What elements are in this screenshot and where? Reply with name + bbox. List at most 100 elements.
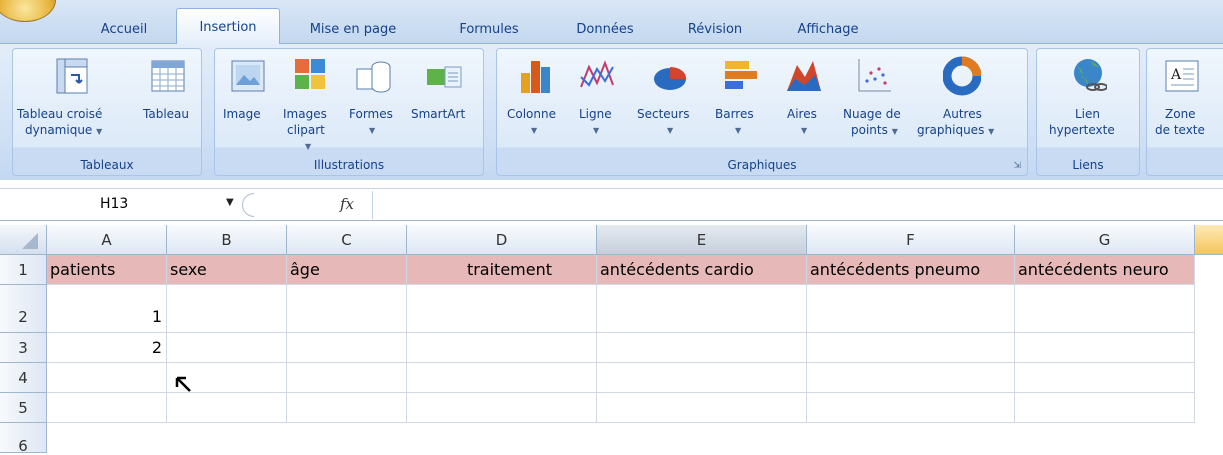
ligne-button[interactable]: Ligne ▼ (571, 55, 623, 145)
autres-graphiques-button[interactable]: Autres graphiques ▼ (917, 55, 1007, 145)
cell-f5[interactable] (807, 393, 1015, 423)
tab-formules[interactable]: Formules (442, 14, 536, 44)
formula-input[interactable] (372, 191, 1223, 219)
cell-a5[interactable] (47, 393, 167, 423)
row-header-4[interactable]: 4 (0, 363, 47, 393)
cell-e3[interactable] (597, 333, 807, 363)
tab-affichage[interactable]: Affichage (780, 14, 876, 44)
office-button[interactable] (0, 0, 56, 22)
cell-g4[interactable] (1015, 363, 1195, 393)
cell-a1[interactable]: patients (47, 255, 167, 285)
zone-label-2: de texte (1155, 123, 1205, 137)
autres-label-1: Autres (943, 107, 982, 121)
tab-insertion[interactable]: Insertion (176, 8, 280, 45)
image-label: Image (223, 107, 261, 121)
column-header-c[interactable]: C (287, 225, 407, 255)
lien-hypertexte-button[interactable]: Lien hypertexte (1043, 55, 1133, 145)
row-header-5[interactable]: 5 (0, 393, 47, 423)
zone-label-1: Zone (1165, 107, 1196, 121)
cell-f2[interactable] (807, 285, 1015, 333)
scatter-chart-icon (858, 59, 891, 92)
cell-c1[interactable]: âge (287, 255, 407, 285)
cell-g1[interactable]: antécédents neuro (1015, 255, 1195, 285)
nuage-label-2: points ▼ (851, 123, 898, 137)
cell-f4[interactable] (807, 363, 1015, 393)
name-box[interactable]: H13 (8, 194, 240, 216)
hyperlink-icon (1074, 59, 1107, 91)
column-header-d[interactable]: D (407, 225, 597, 255)
barres-button[interactable]: Barres ▼ (711, 55, 771, 145)
secteurs-button[interactable]: Secteurs ▼ (637, 55, 707, 145)
row-header-2[interactable]: 2 (0, 285, 47, 333)
images-clipart-button[interactable]: Images clipart ▼ (281, 55, 343, 151)
name-box-dropdown-icon[interactable]: ▼ (226, 197, 234, 208)
smartart-button[interactable]: SmartArt (409, 55, 479, 145)
cell-d1[interactable]: traitement (407, 255, 597, 285)
shapes-icon (356, 61, 391, 93)
cell-d3[interactable] (407, 333, 597, 363)
zone-de-texte-button[interactable]: A Zone de texte (1151, 55, 1221, 145)
tableau-button[interactable]: Tableau (137, 55, 197, 145)
divider-handle-icon[interactable] (242, 193, 254, 217)
column-header-a[interactable]: A (47, 225, 167, 255)
formes-button[interactable]: Formes ▼ (345, 55, 405, 145)
cell-g5[interactable] (1015, 393, 1195, 423)
dropdown-arrow-icon: ▼ (369, 126, 376, 135)
nuage-de-points-button[interactable]: Nuage de points ▼ (841, 55, 907, 145)
cell-g2[interactable] (1015, 285, 1195, 333)
dropdown-arrow-icon: ▼ (667, 126, 674, 135)
column-header-f[interactable]: F (807, 225, 1015, 255)
images-label-1: Images (283, 107, 327, 121)
column-header-b[interactable]: B (167, 225, 287, 255)
cell-a2[interactable]: 1 (47, 285, 167, 333)
cell-g3[interactable] (1015, 333, 1195, 363)
tab-mise-en-page[interactable]: Mise en page (298, 14, 408, 44)
tcd-button[interactable]: Tableau croisé dynamique ▼ (17, 55, 133, 145)
colonne-button[interactable]: Colonne ▼ (503, 55, 567, 145)
cell-e5[interactable] (597, 393, 807, 423)
cell-e2[interactable] (597, 285, 807, 333)
row-header-1[interactable]: 1 (0, 255, 47, 285)
cell-c3[interactable] (287, 333, 407, 363)
select-all-button[interactable] (0, 225, 47, 255)
cell-a3[interactable]: 2 (47, 333, 167, 363)
dropdown-arrow-icon: ▼ (96, 127, 103, 136)
tab-donnees[interactable]: Données (560, 14, 650, 44)
cell-c2[interactable] (287, 285, 407, 333)
cell-f1[interactable]: antécédents pneumo (807, 255, 1015, 285)
column-header-e[interactable]: E (597, 225, 807, 255)
cell-a4[interactable] (47, 363, 167, 393)
aires-button[interactable]: Aires ▼ (775, 55, 835, 145)
images-label-2: clipart (287, 123, 325, 137)
cell-d5[interactable] (407, 393, 597, 423)
colonne-label: Colonne (507, 107, 556, 121)
svg-text:A: A (1170, 67, 1182, 83)
cell-c5[interactable] (287, 393, 407, 423)
insert-function-icon[interactable]: fx (340, 195, 354, 213)
column-header-h[interactable] (1195, 225, 1223, 255)
cell-e4[interactable] (597, 363, 807, 393)
dropdown-arrow-icon: ▼ (531, 126, 538, 135)
tab-revision[interactable]: Révision (670, 14, 760, 44)
row-header-6[interactable]: 6 (0, 423, 47, 455)
image-button[interactable]: Image (219, 55, 277, 145)
cell-b1[interactable]: sexe (167, 255, 287, 285)
tab-accueil[interactable]: Accueil (86, 14, 162, 44)
group-label-tableaux: Tableaux (80, 158, 134, 172)
smartart-icon (427, 66, 462, 88)
cell-e1[interactable]: antécédents cardio (597, 255, 807, 285)
cell-b3[interactable] (167, 333, 287, 363)
row-header-3[interactable]: 3 (0, 333, 47, 363)
cell-d4[interactable] (407, 363, 597, 393)
column-header-g[interactable]: G (1015, 225, 1195, 255)
cell-b2[interactable] (167, 285, 287, 333)
smartart-label: SmartArt (411, 107, 466, 121)
cell-d2[interactable] (407, 285, 597, 333)
group-liens: Lien hypertexte Liens (1036, 48, 1140, 176)
cell-c4[interactable] (287, 363, 407, 393)
group-tableaux: Tableau croisé dynamique ▼ Tableau Table… (12, 48, 202, 176)
ligne-label: Ligne (579, 107, 612, 121)
cell-b5[interactable] (167, 393, 287, 423)
group-graphiques: Colonne ▼ Ligne ▼ Secteurs ▼ Barres ▼ Ai… (496, 48, 1028, 176)
cell-f3[interactable] (807, 333, 1015, 363)
